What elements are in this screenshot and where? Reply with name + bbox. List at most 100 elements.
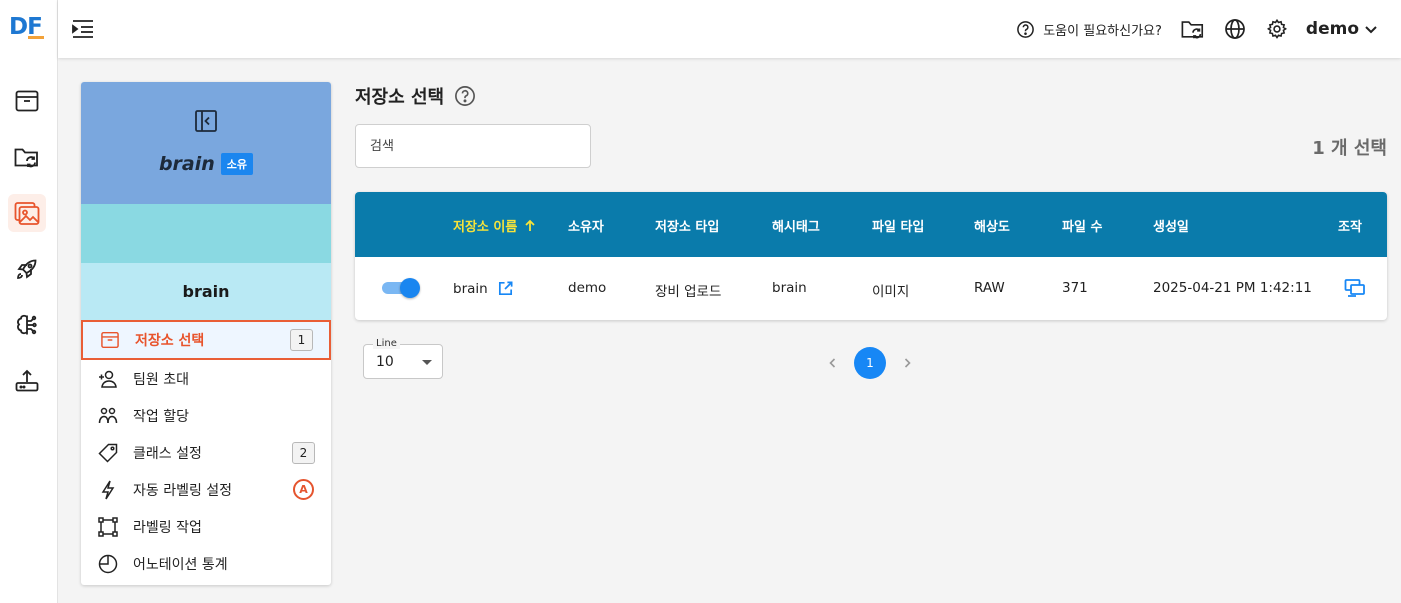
app-logo[interactable]: DF (9, 14, 43, 40)
count-badge: 2 (292, 441, 315, 464)
top-bar: 도움이 필요하신가요? demo (58, 0, 1401, 58)
menu-item-annotation-stats[interactable]: 어노테이션 통계 (81, 545, 331, 582)
project-name: brain (158, 153, 215, 175)
menu-item-label: 클래스 설정 (133, 445, 202, 462)
auto-label-badge: A (293, 479, 314, 500)
next-page-button[interactable] (896, 348, 918, 378)
language-button[interactable] (1222, 16, 1248, 42)
enable-toggle[interactable] (382, 278, 420, 298)
help-circle-icon (1017, 20, 1035, 38)
column-header-file-count[interactable]: 파일 수 (1062, 216, 1102, 235)
user-menu[interactable]: demo (1306, 19, 1379, 39)
rail-folder-sync-button[interactable] (8, 138, 46, 176)
search-input[interactable] (356, 125, 590, 167)
globe-icon (1225, 19, 1245, 39)
arrow-up-icon (525, 219, 535, 231)
cell-resolution: RAW (974, 280, 1005, 296)
settings-button[interactable] (1264, 16, 1290, 42)
cell-storage-type: 장비 업로드 (655, 284, 722, 300)
help-link[interactable]: 도움이 필요하신가요? (1016, 20, 1162, 39)
add-user-icon (99, 370, 117, 388)
row-action-button[interactable] (1344, 278, 1366, 302)
chevron-down-icon (1365, 26, 1377, 34)
rocket-icon (17, 259, 37, 279)
menu-item-label: 자동 라벨링 설정 (133, 482, 233, 499)
rail-deploy-button[interactable] (8, 250, 46, 288)
chevron-right-icon (904, 358, 911, 368)
cell-file-type: 이미지 (872, 284, 910, 300)
menu-item-auto-labeling-settings[interactable]: 자동 라벨링 설정 A (81, 471, 331, 508)
menu-expand-icon (72, 20, 93, 38)
table-row: brain demo 장비 업로드 brain 이미지 RAW 371 2025… (355, 257, 1387, 320)
screens-icon (1344, 279, 1365, 297)
table-header: 저장소 이름 소유자 저장소 타입 해시태그 파일 타입 해상도 파일 수 생성… (355, 192, 1387, 257)
page-title: 저장소 선택 (355, 87, 445, 108)
folder-sync-icon (14, 148, 38, 168)
rail-gallery-button[interactable] (8, 194, 46, 232)
page-number-button[interactable]: 1 (854, 347, 886, 379)
left-rail: DF (0, 0, 58, 603)
column-header-owner[interactable]: 소유자 (568, 216, 604, 235)
menu-item-labeling-work[interactable]: 라벨링 작업 (81, 508, 331, 545)
column-header-resolution[interactable]: 해상도 (974, 216, 1010, 235)
rows-per-page-label: Line (373, 338, 400, 349)
help-link-label: 도움이 필요하신가요? (1043, 23, 1162, 39)
open-external-icon[interactable] (497, 280, 514, 297)
pagination: 1 (822, 347, 918, 379)
project-band (81, 204, 331, 263)
column-header-file-type[interactable]: 파일 타입 (872, 216, 924, 235)
storage-sync-button[interactable] (1180, 16, 1206, 42)
menu-item-invite-members[interactable]: 팀원 초대 (81, 360, 331, 397)
bounding-box-icon (98, 516, 118, 537)
rail-ai-button[interactable] (8, 306, 46, 344)
owner-badge: 소유 (220, 153, 254, 175)
team-icon (98, 407, 118, 423)
pie-chart-icon (98, 554, 118, 573)
menu-item-label: 어노테이션 통계 (133, 556, 228, 573)
panel-collapse-button[interactable] (193, 108, 219, 138)
rail-upload-button[interactable] (8, 362, 46, 400)
folder-sync-icon (1181, 21, 1203, 39)
project-menu: 저장소 선택 1 팀원 초대 작업 할당 클래스 설정 2 자동 라벨링 설정 … (81, 320, 331, 582)
panel-collapse-icon (195, 110, 217, 132)
column-header-name[interactable]: 저장소 이름 (453, 216, 537, 235)
project-header: brain 소유 (81, 82, 331, 204)
caret-down-icon (422, 360, 432, 365)
search-field[interactable] (355, 124, 591, 168)
column-header-storage-type[interactable]: 저장소 타입 (655, 216, 719, 235)
user-name: demo (1305, 19, 1359, 39)
tag-icon (98, 443, 118, 463)
menu-item-storage-select[interactable]: 저장소 선택 1 (81, 320, 331, 360)
page-title-row: 저장소 선택 (355, 83, 476, 109)
cell-file-count: 371 (1062, 280, 1088, 296)
project-subtitle: brain (81, 263, 331, 320)
archive-box-icon (101, 331, 119, 349)
image-gallery-icon (14, 202, 40, 225)
chevron-left-icon (829, 358, 836, 368)
menu-item-label: 라벨링 작업 (133, 519, 202, 536)
storage-table: 저장소 이름 소유자 저장소 타입 해시태그 파일 타입 해상도 파일 수 생성… (355, 192, 1387, 320)
upload-icon (15, 369, 39, 392)
prev-page-button[interactable] (822, 348, 844, 378)
rail-storage-button[interactable] (8, 82, 46, 120)
cell-name: brain (453, 280, 514, 297)
column-header-created[interactable]: 생성일 (1153, 216, 1189, 235)
selection-count: 1 개 선택 (1312, 138, 1387, 159)
column-header-action: 조작 (1338, 220, 1362, 235)
column-header-hashtag[interactable]: 해시태그 (772, 216, 820, 235)
lightning-icon (101, 480, 115, 499)
rows-per-page-value: 10 (376, 354, 394, 370)
cell-hashtag: brain (772, 280, 807, 296)
cell-owner: demo (568, 280, 607, 296)
help-circle-icon[interactable] (454, 85, 476, 107)
menu-item-class-settings[interactable]: 클래스 설정 2 (81, 434, 331, 471)
menu-item-label: 작업 할당 (133, 408, 189, 425)
brain-icon (17, 314, 37, 335)
menu-item-label: 저장소 선택 (135, 333, 205, 349)
gear-icon (1266, 18, 1287, 39)
cell-created: 2025-04-21 PM 1:42:11 (1153, 280, 1312, 296)
menu-item-assign-tasks[interactable]: 작업 할당 (81, 397, 331, 434)
count-badge: 1 (290, 329, 313, 351)
rows-per-page-select[interactable]: Line 10 (363, 338, 443, 379)
sidebar-toggle-button[interactable] (70, 16, 96, 42)
